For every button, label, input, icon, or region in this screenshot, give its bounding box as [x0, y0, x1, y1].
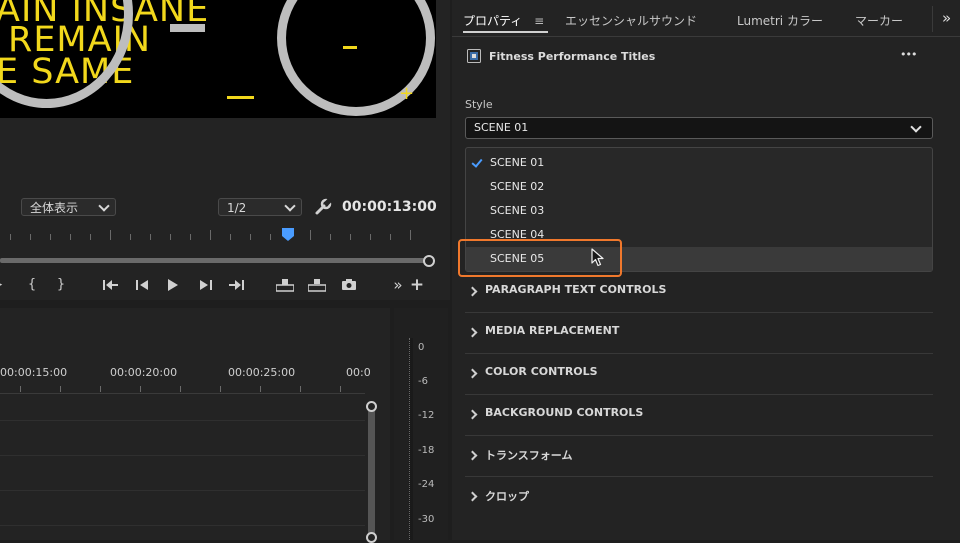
scrollbar-handle-top[interactable]: [366, 401, 377, 412]
timeline-vertical-scrollbar[interactable]: [368, 406, 375, 540]
step-forward-icon[interactable]: [198, 279, 212, 291]
track-divider: [0, 490, 365, 491]
section-label: COLOR CONTROLS: [485, 365, 598, 378]
mark-in-button[interactable]: {: [23, 278, 41, 292]
time-ruler-label: 00:0: [346, 366, 371, 379]
time-ruler-label: 00:00:15:00: [0, 366, 68, 379]
chevron-down-icon: [98, 200, 110, 212]
button-editor-add[interactable]: +: [408, 277, 426, 294]
time-ruler-label: 00:00:25:00: [228, 366, 296, 379]
transport-controls: ▸ { } » +: [0, 277, 436, 294]
tab-properties-label: プロパティ: [463, 14, 523, 28]
playhead-marker[interactable]: [282, 228, 294, 242]
graphic-plus: +: [399, 83, 415, 104]
lift-icon[interactable]: [276, 278, 294, 292]
section-media-replacement[interactable]: MEDIA REPLACEMENT: [465, 312, 933, 354]
graphic-dash-long: [227, 96, 254, 99]
time-ruler-label: 00:00:20:00: [110, 366, 178, 379]
step-back-icon[interactable]: [136, 279, 150, 291]
tab-bar-border: [452, 36, 960, 37]
ruler-divider: [0, 393, 365, 394]
chevron-right-icon: [467, 286, 478, 297]
camera-icon[interactable]: [341, 278, 357, 291]
playback-resolution-value: 1/2: [227, 201, 247, 215]
style-option-scene-01[interactable]: SCENE 01: [466, 151, 932, 175]
tab-divider: [932, 6, 933, 32]
active-tab-underline: [463, 31, 548, 33]
timeline-panel: 00:00:15:00 00:00:20:00 00:00:25:00 00:0: [0, 308, 390, 543]
section-label: トランスフォーム: [485, 449, 573, 462]
go-to-out-icon[interactable]: [229, 279, 245, 291]
wrench-icon[interactable]: [314, 198, 332, 216]
more-menu-button[interactable]: •••: [900, 48, 917, 61]
track-divider: [0, 525, 365, 526]
db-label: -12: [418, 410, 435, 421]
motion-graphics-template-icon: [467, 49, 481, 63]
chevron-down-icon: [284, 200, 296, 212]
track-divider: [0, 455, 365, 456]
tab-lumetri-color[interactable]: Lumetri カラー: [737, 12, 823, 29]
go-to-in-icon[interactable]: [103, 279, 119, 291]
section-paragraph-text-controls[interactable]: PARAGRAPH TEXT CONTROLS: [465, 271, 933, 313]
db-label: -30: [418, 514, 435, 525]
db-label: -24: [418, 479, 435, 490]
more-tabs-button[interactable]: »: [942, 9, 951, 27]
scrollbar-handle-bottom[interactable]: [366, 532, 377, 543]
mark-out-button[interactable]: }: [52, 278, 70, 292]
section-label: BACKGROUND CONTROLS: [485, 406, 644, 419]
video-preview[interactable]: AIN INSANE REMAIN E SAME +: [0, 0, 436, 118]
graphic-dash-small: [343, 46, 357, 49]
zoom-fit-dropdown[interactable]: 全体表示: [21, 198, 116, 216]
time-ruler-ticks[interactable]: [0, 384, 365, 392]
chevron-right-icon: [467, 368, 478, 379]
previous-edit-icon[interactable]: ▸: [0, 278, 8, 292]
tab-menu-icon[interactable]: ≡: [534, 14, 544, 28]
db-label: -6: [418, 376, 428, 387]
tab-properties[interactable]: プロパティ ≡: [463, 12, 544, 29]
style-label: Style: [465, 98, 493, 111]
style-option-label: SCENE 02: [490, 180, 545, 193]
section-label: クロップ: [485, 490, 529, 503]
section-background-controls[interactable]: BACKGROUND CONTROLS: [465, 394, 933, 436]
checkmark-icon: [471, 156, 483, 168]
zoom-scroll-bar[interactable]: [0, 258, 428, 263]
mouse-cursor-icon: [591, 248, 604, 267]
section-color-controls[interactable]: COLOR CONTROLS: [465, 353, 933, 395]
tab-markers[interactable]: マーカー: [855, 12, 903, 29]
chevron-right-icon: [467, 450, 478, 461]
zoom-fit-value: 全体表示: [30, 201, 79, 215]
meter-channel: [409, 338, 413, 540]
playhead-timecode[interactable]: 00:00:13:00: [342, 199, 437, 215]
template-title: Fitness Performance Titles: [489, 50, 656, 63]
style-dropdown-value: SCENE 01: [474, 121, 529, 134]
audio-meter: 0 -6 -12 -18 -24 -30: [394, 308, 448, 540]
chevron-right-icon: [467, 491, 478, 502]
chevron-right-icon: [467, 327, 478, 338]
graphic-bar: [170, 24, 205, 32]
style-option-label: SCENE 01: [490, 156, 545, 169]
more-controls-button[interactable]: »: [389, 278, 407, 293]
chevron-down-icon: [910, 121, 922, 133]
play-icon[interactable]: [167, 279, 179, 291]
section-crop[interactable]: クロップ: [465, 476, 933, 517]
style-dropdown[interactable]: SCENE 01: [465, 117, 933, 139]
db-label: -18: [418, 445, 435, 456]
section-label: MEDIA REPLACEMENT: [485, 324, 620, 337]
program-monitor: AIN INSANE REMAIN E SAME + 全体表示 1/2 00:0…: [0, 0, 450, 300]
style-option-label: SCENE 03: [490, 204, 545, 217]
extract-icon[interactable]: [308, 278, 326, 292]
chevron-right-icon: [467, 409, 478, 420]
playback-resolution-dropdown[interactable]: 1/2: [218, 198, 302, 216]
track-divider: [0, 420, 365, 421]
style-option-scene-02[interactable]: SCENE 02: [466, 175, 932, 199]
monitor-ruler[interactable]: [0, 228, 436, 242]
section-label: PARAGRAPH TEXT CONTROLS: [485, 283, 667, 296]
tab-essential-sound[interactable]: エッセンシャルサウンド: [565, 12, 697, 29]
section-transform[interactable]: トランスフォーム: [465, 435, 933, 477]
db-label: 0: [418, 342, 425, 353]
style-option-scene-03[interactable]: SCENE 03: [466, 199, 932, 223]
zoom-scroll-handle[interactable]: [423, 255, 435, 267]
